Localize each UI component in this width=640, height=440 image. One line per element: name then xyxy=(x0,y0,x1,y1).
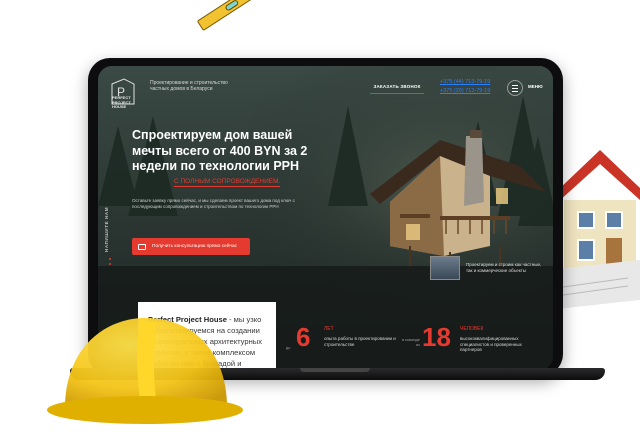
objects-caption: Проектируем и строим как частные, так и … xyxy=(466,262,542,273)
hamburger-icon xyxy=(512,84,518,86)
header-tagline: Проектирование и строительство частных д… xyxy=(150,80,228,92)
stat-description: опыта работы в проектировании и строител… xyxy=(324,336,396,347)
phone-link[interactable]: +375 (29) 713-79-19 xyxy=(440,87,500,96)
callback-button[interactable]: ЗАКАЗАТЬ ЗВОНОК xyxy=(370,80,424,94)
menu-button[interactable] xyxy=(507,80,523,96)
write-us-link[interactable]: НАПИШИТЕ НАМ xyxy=(104,207,109,252)
stat-prefix: до xyxy=(286,346,291,350)
stat-description: высококвалифицированных специалистов и п… xyxy=(460,336,522,353)
spirit-level-image xyxy=(196,0,271,32)
scroll-indicator xyxy=(109,258,111,265)
consultation-button[interactable]: Получить консультацию прямо сейчас xyxy=(132,238,250,255)
hero-title: Спроектируем дом вашей мечты всего от 40… xyxy=(132,128,308,173)
hero-subtitle: С ПОЛНЫМ СОПРОВОЖДЕНИЕМ. xyxy=(174,178,281,187)
consultation-button-label: Получить консультацию прямо сейчас xyxy=(152,244,238,249)
logo-text: PERFECT PROJECT HOUSE xyxy=(112,95,142,110)
laptop-notch xyxy=(300,368,370,372)
menu-label[interactable]: МЕНЮ xyxy=(528,84,543,89)
phone-link[interactable]: +375 (44) 713-79-19 xyxy=(440,78,500,87)
stat-number: 6 xyxy=(296,322,311,352)
stat-number: 18 xyxy=(422,322,451,352)
phone-links: +375 (44) 713-79-19 +375 (29) 713-79-19 xyxy=(440,78,500,96)
stage: P PERFECT PROJECT HOUSE Проектирование и… xyxy=(0,0,640,440)
hard-hat-image xyxy=(47,318,243,424)
objects-thumbnail xyxy=(430,256,460,280)
stat-prefix: в команде их xyxy=(401,338,420,347)
hero-description: Оставьте заявку прямо сейчас, и мы сдела… xyxy=(132,198,295,209)
logo-line: HOUSE xyxy=(112,104,127,110)
stat-unit: ЛЕТ xyxy=(324,326,334,332)
chat-icon xyxy=(138,243,146,250)
house-image xyxy=(370,130,546,266)
stat-unit: ЧЕЛОВЕК xyxy=(460,326,484,332)
